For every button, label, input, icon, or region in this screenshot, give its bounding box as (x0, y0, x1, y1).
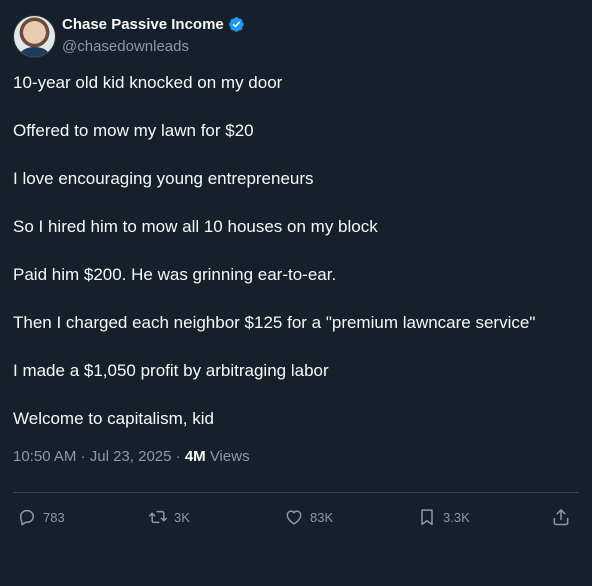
views-count[interactable]: 4M (185, 448, 206, 465)
tweet-text-line: Welcome to capitalism, kid (13, 409, 214, 428)
tweet-time[interactable]: 10:50 AM (13, 448, 76, 465)
share-button[interactable] (551, 503, 571, 531)
heart-icon (286, 510, 302, 525)
divider (13, 492, 579, 493)
meta-separator: · (175, 448, 185, 465)
tweet-text-line: Offered to mow my lawn for $20 (13, 121, 254, 140)
bookmark-icon (421, 509, 433, 526)
views-label: Views (209, 448, 250, 465)
like-count: 83K (310, 509, 334, 525)
action-bar: 783 3K 83K 3.3K (0, 503, 592, 531)
tweet-text-line: Paid him $200. He was grinning ear-to-ea… (13, 265, 337, 284)
tweet-text-line: I made a $1,050 profit by arbitraging la… (13, 361, 329, 380)
author-name[interactable]: Chase Passive Income (62, 16, 224, 33)
tweet-date[interactable]: Jul 23, 2025 (90, 448, 172, 465)
tweet-text-line: I love encouraging young entrepreneurs (13, 169, 314, 188)
tweet-text-line: 10-year old kid knocked on my door (13, 73, 283, 92)
verified-badge-icon (228, 17, 244, 32)
tweet-text-line: Then I charged each neighbor $125 for a … (13, 313, 536, 332)
avatar[interactable] (13, 15, 56, 58)
repost-count: 3K (174, 509, 190, 525)
reply-count: 783 (43, 509, 65, 525)
tweet-body: 10-year old kid knocked on my door Offer… (13, 72, 579, 456)
bookmark-count: 3.3K (443, 509, 470, 525)
share-icon (553, 509, 569, 526)
reply-button[interactable]: 783 (17, 503, 65, 531)
like-button[interactable]: 83K (284, 503, 333, 531)
meta-separator: · (80, 448, 90, 465)
tweet-meta: 10:50 AM · Jul 23, 2025 · 4M Views (13, 448, 250, 465)
tweet-text-line: So I hired him to mow all 10 houses on m… (13, 217, 378, 236)
repost-button[interactable]: 3K (148, 503, 190, 531)
author-handle[interactable]: @chasedownleads (62, 38, 189, 55)
repost-icon (148, 510, 168, 524)
bookmark-button[interactable]: 3.3K (417, 503, 470, 531)
tweet: Chase Passive Income @chasedownleads 10-… (0, 0, 592, 586)
reply-icon (20, 509, 34, 526)
author-name-row: Chase Passive Income (62, 16, 245, 33)
